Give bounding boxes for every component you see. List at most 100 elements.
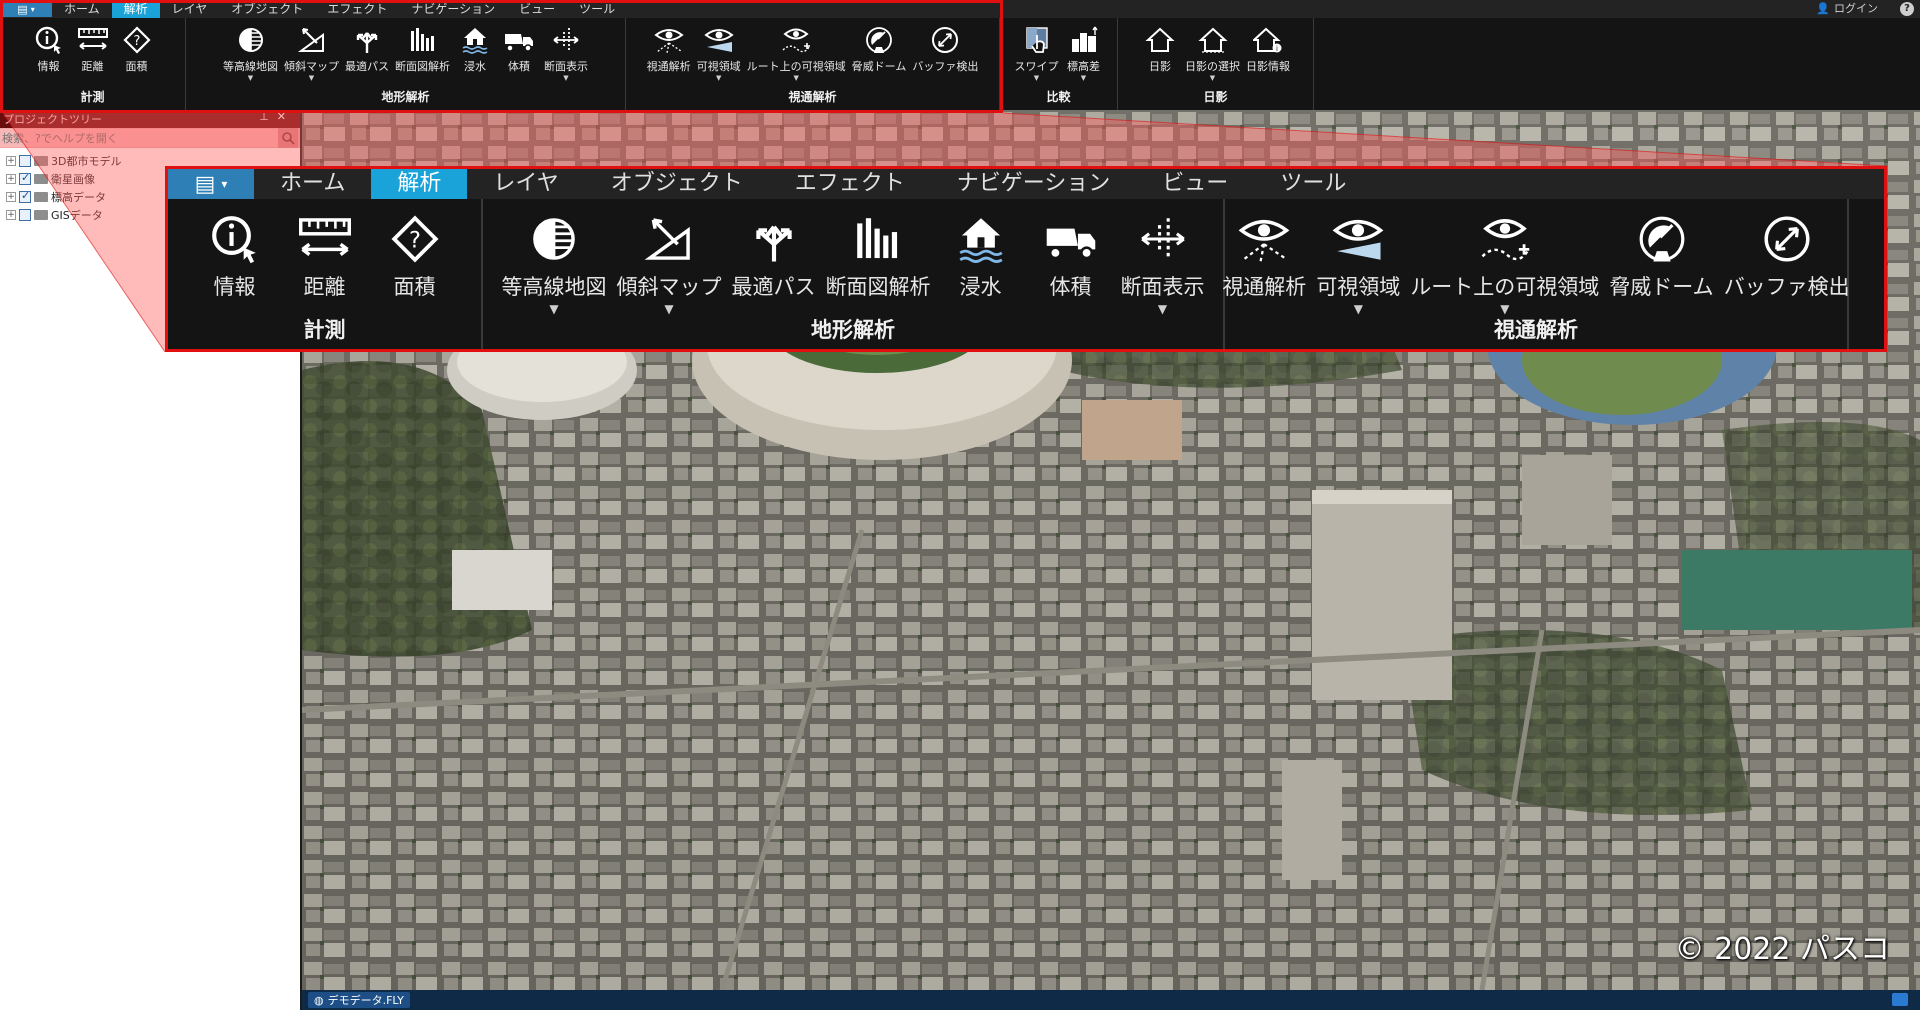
cross-section-icon bbox=[1135, 211, 1191, 267]
ruler-icon bbox=[297, 211, 353, 267]
area-tool-button[interactable]: ? 面積 bbox=[115, 24, 159, 74]
callout-group-terrain: 等高線地図 ▼ 傾斜マップ ▼ 最適パス 断面図解析 浸水 体積 断面表示 ▼ … bbox=[483, 199, 1225, 349]
eye-rays-icon bbox=[653, 24, 685, 56]
callout-path-tool: 最適パス bbox=[727, 211, 821, 301]
close-icon[interactable]: ✕ bbox=[277, 110, 294, 123]
layer-checkbox[interactable] bbox=[19, 209, 31, 221]
login-label: ログイン bbox=[1834, 2, 1878, 15]
callout-tab-view: ビュー bbox=[1162, 171, 1229, 196]
expand-icon[interactable]: + bbox=[6, 210, 16, 220]
chevron-down-icon: ▼ bbox=[664, 302, 674, 316]
ribbon: 情報 距離 ? 面積 計測 等高線地図 ▼ 傾斜マップ ▼ 最適パス 断面図解析… bbox=[0, 18, 1920, 110]
house-shadow-icon bbox=[1144, 24, 1176, 56]
flood-button[interactable]: 浸水 bbox=[453, 24, 497, 74]
route-viewshed-button[interactable]: ルート上の可視領域 ▼ bbox=[744, 24, 849, 83]
area-diamond-icon: ? bbox=[121, 24, 153, 56]
chevron-down-icon: ▼ bbox=[247, 74, 254, 82]
file-menu-button[interactable]: ▤ ▾ bbox=[0, 1, 52, 17]
ribbon-group-title-terrain: 地形解析 bbox=[381, 90, 430, 104]
search-input[interactable] bbox=[0, 129, 278, 147]
callout-buffer-tool: バッファ検出 bbox=[1719, 211, 1855, 301]
bar-profile-icon bbox=[407, 24, 439, 56]
tab-navigation[interactable]: ナビゲーション bbox=[399, 0, 507, 18]
tree-item-label: 衛星画像 bbox=[51, 173, 95, 186]
expand-icon[interactable]: + bbox=[6, 156, 16, 166]
folder-icon bbox=[34, 192, 48, 202]
callout-buffer-label: バッファ検出 bbox=[1723, 275, 1850, 299]
menu-bar: ▤ ▾ ホーム 解析 レイヤ オブジェクト エフェクト ナビゲーション ビュー ツ… bbox=[0, 0, 1920, 18]
callout-ribbon: 情報 距離 ? 面積 計測 等高線地図 ▼ 傾斜マップ ▼ 最適パス 断面図解析… bbox=[168, 199, 1884, 349]
swipe-button[interactable]: スワイプ ▼ bbox=[1012, 24, 1062, 83]
line-of-sight-button[interactable]: 視通解析 bbox=[644, 24, 694, 74]
callout-route-label: ルート上の可視領域 bbox=[1410, 275, 1600, 299]
layer-checkbox[interactable] bbox=[19, 189, 31, 203]
callout-volume-label: 体積 bbox=[1049, 275, 1092, 299]
tab-tools[interactable]: ツール bbox=[567, 0, 627, 18]
callout-dome-label: 脅威ドーム bbox=[1609, 275, 1714, 299]
eye-rays-icon bbox=[1236, 211, 1292, 267]
login-button[interactable]: 👤 ログイン bbox=[1816, 0, 1878, 18]
branching-arrows-icon bbox=[351, 24, 383, 56]
ribbon-group-title-visibility: 視通解析 bbox=[788, 90, 837, 104]
tab-object[interactable]: オブジェクト bbox=[219, 0, 315, 18]
shadow-button[interactable]: 日影 bbox=[1138, 24, 1182, 74]
callout-info-label: 情報 bbox=[213, 275, 256, 299]
bar-profile-icon bbox=[850, 211, 906, 267]
callout-distance-label: 距離 bbox=[303, 275, 346, 299]
project-tree-title: プロジェクトツリー bbox=[3, 113, 102, 126]
callout-flood-label: 浸水 bbox=[959, 275, 1002, 299]
optimal-path-button[interactable]: 最適パス bbox=[342, 24, 392, 74]
shadow-info-button[interactable]: i 日影情報 bbox=[1243, 24, 1293, 74]
tab-analysis[interactable]: 解析 bbox=[111, 0, 160, 18]
distance-tool-button[interactable]: 距離 bbox=[71, 24, 115, 74]
callout-group-title-measure: 計測 bbox=[303, 318, 346, 342]
callout-group-visibility: 視通解析 可視領域 ▼ ルート上の可視領域 ▼ 脅威ドーム バッファ検出 視通解… bbox=[1222, 199, 1850, 349]
expand-icon[interactable]: + bbox=[6, 174, 16, 184]
viewshed-button[interactable]: 可視領域 ▼ bbox=[694, 24, 744, 83]
info-tool-label: 情報 bbox=[37, 60, 60, 73]
buffer-detect-label: バッファ検出 bbox=[912, 60, 979, 73]
expand-icon[interactable]: + bbox=[6, 192, 16, 202]
radar-dish-icon bbox=[1634, 211, 1690, 267]
help-icon[interactable]: ? bbox=[1900, 2, 1914, 16]
ribbon-group-terrain: 等高線地図 ▼ 傾斜マップ ▼ 最適パス 断面図解析 浸水 体積 断面表示 ▼ … bbox=[186, 18, 626, 110]
cross-section-button[interactable]: 断面表示 ▼ bbox=[541, 24, 591, 83]
callout-group-title-visibility: 視通解析 bbox=[1494, 318, 1578, 342]
chevron-down-icon: ▼ bbox=[563, 74, 569, 82]
eye-cone-icon bbox=[1330, 211, 1386, 267]
elevation-diff-button[interactable]: 標高差 ▼ bbox=[1062, 24, 1106, 83]
elevation-diff-label: 標高差 bbox=[1067, 60, 1100, 73]
callout-slope-tool: 傾斜マップ ▼ bbox=[612, 211, 727, 317]
buffer-circle-icon bbox=[1759, 211, 1815, 267]
branching-arrows-icon bbox=[746, 211, 802, 267]
ribbon-group-measure: 情報 距離 ? 面積 計測 bbox=[0, 18, 186, 110]
document-tab[interactable]: ◍ デモデータ.FLY bbox=[308, 992, 410, 1008]
contour-map-button[interactable]: 等高線地図 ▼ bbox=[220, 24, 281, 83]
threat-dome-button[interactable]: 脅威ドーム bbox=[849, 24, 910, 74]
slope-triangle-icon bbox=[296, 24, 328, 56]
profile-analysis-label: 断面図解析 bbox=[395, 60, 450, 73]
viewshed-label: 可視領域 bbox=[696, 60, 741, 73]
tab-layer[interactable]: レイヤ bbox=[160, 0, 220, 18]
pin-icon[interactable]: ⊥ bbox=[259, 110, 277, 123]
eye-cone-icon bbox=[703, 24, 735, 56]
layer-checkbox[interactable] bbox=[19, 155, 31, 167]
search-icon[interactable] bbox=[278, 128, 298, 148]
slope-map-button[interactable]: 傾斜マップ ▼ bbox=[281, 24, 342, 83]
chevron-down-icon: ▼ bbox=[1209, 74, 1216, 82]
shadow-select-button[interactable]: 日影の選択 ▼ bbox=[1182, 24, 1243, 83]
chevron-down-icon: ▼ bbox=[1080, 74, 1087, 82]
chevron-down-icon: ▼ bbox=[1157, 302, 1168, 316]
tree-item-label: GISデータ bbox=[51, 209, 103, 222]
project-tree-search bbox=[0, 128, 300, 148]
tab-view[interactable]: ビュー bbox=[507, 0, 567, 18]
volume-button[interactable]: 体積 bbox=[497, 24, 541, 74]
info-icon[interactable] bbox=[1892, 993, 1908, 1006]
buffer-detect-button[interactable]: バッファ検出 bbox=[909, 24, 981, 74]
line-of-sight-label: 視通解析 bbox=[646, 60, 691, 73]
profile-analysis-button[interactable]: 断面図解析 bbox=[392, 24, 453, 74]
tab-effect[interactable]: エフェクト bbox=[315, 0, 399, 18]
info-tool-button[interactable]: 情報 bbox=[27, 24, 71, 74]
tab-home[interactable]: ホーム bbox=[52, 0, 112, 18]
layer-checkbox[interactable] bbox=[19, 171, 31, 185]
